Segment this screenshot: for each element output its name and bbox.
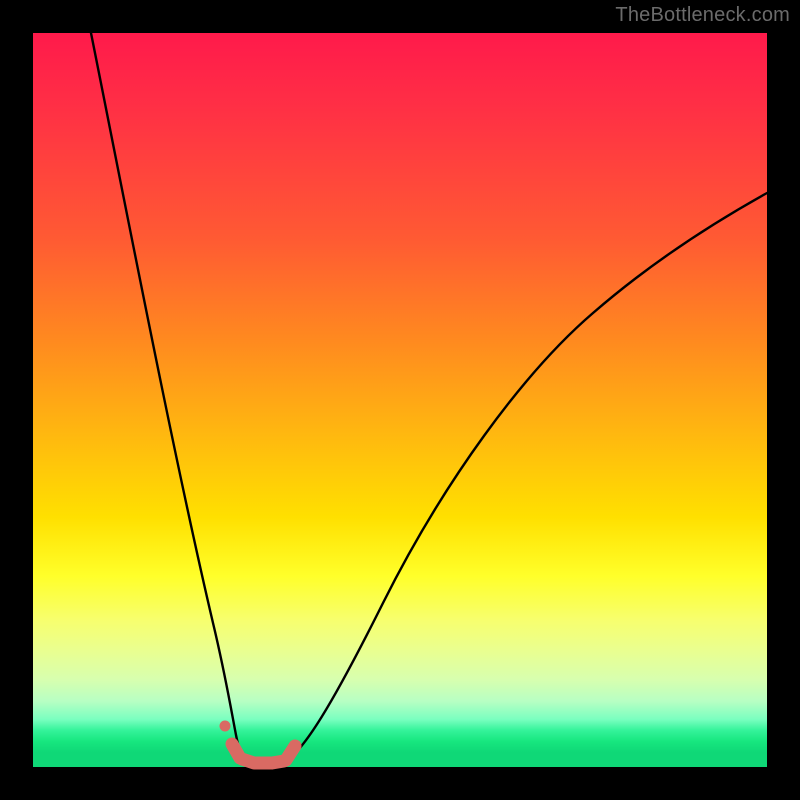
- curve-layer: [33, 33, 767, 767]
- marker-isolated-dot: [220, 721, 231, 732]
- curve-left-branch: [91, 33, 243, 759]
- watermark-text: TheBottleneck.com: [615, 4, 790, 27]
- plot-area: [33, 33, 767, 767]
- curve-right-branch: [283, 193, 767, 763]
- marker-seg-5: [286, 746, 295, 760]
- chart-frame: TheBottleneck.com: [0, 0, 800, 800]
- highlight-marker-group: [232, 744, 295, 763]
